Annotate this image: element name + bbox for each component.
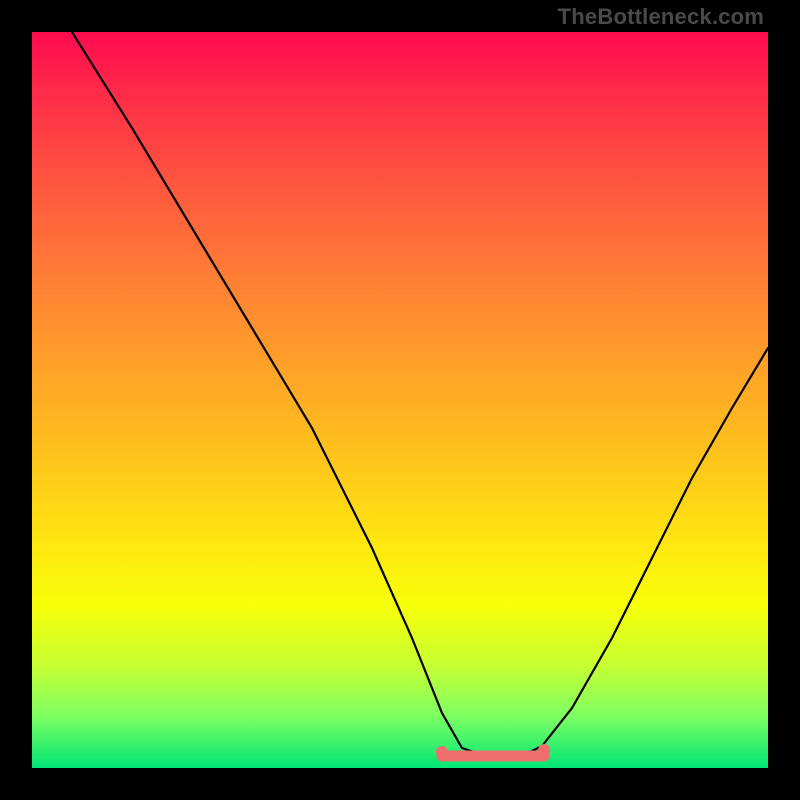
flat-segment-left-dot — [436, 746, 448, 758]
plot-area — [32, 32, 768, 768]
curve-layer — [32, 32, 768, 768]
flat-segment-right-dot — [538, 744, 550, 756]
bottleneck-curve — [72, 32, 768, 758]
chart-frame: TheBottleneck.com — [0, 0, 800, 800]
watermark-text: TheBottleneck.com — [558, 4, 764, 30]
